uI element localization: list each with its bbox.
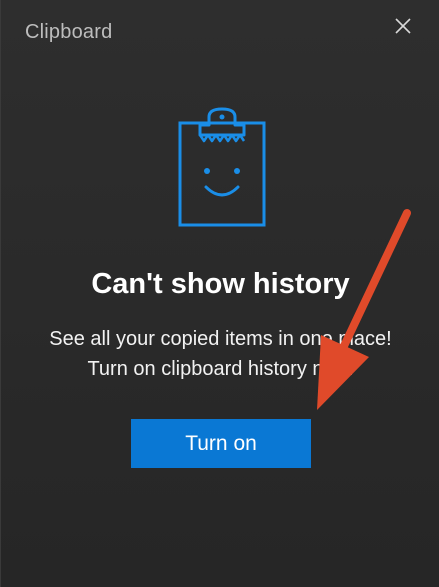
window-title: Clipboard [25,21,113,43]
clipboard-panel: Clipboard Can't show history See all you… [0,0,439,587]
description-line-1: See all your copied items in one place! [49,328,392,350]
close-icon[interactable] [393,16,413,36]
annotation-arrow-icon [301,205,421,425]
turn-on-button[interactable]: Turn on [131,419,311,468]
clipboard-smiley-icon [176,103,268,229]
empty-state-description: See all your copied items in one place! … [1,324,439,384]
empty-state-heading: Can't show history [91,268,350,300]
description-line-2: Turn on clipboard history now. [87,358,354,380]
